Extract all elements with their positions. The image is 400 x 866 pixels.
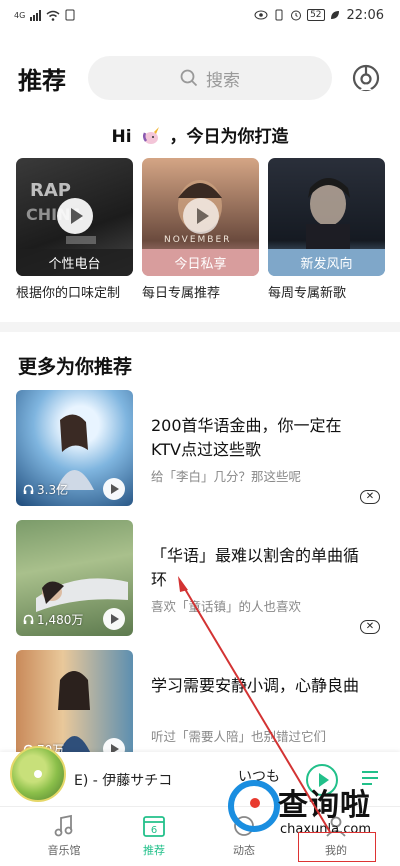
greeting: Hi ，今日为你打造 xyxy=(0,122,400,147)
playlist-title: 学习需要安静小调，心静良曲 xyxy=(151,676,360,695)
card-description: 每周专属新歌 xyxy=(268,286,347,301)
search-bar[interactable]: 搜索 xyxy=(88,56,332,100)
playlist-subtitle: 听过「需要人陪」也别错过它们 xyxy=(151,729,327,744)
wifi-icon xyxy=(46,10,60,21)
clock: 22:06 xyxy=(346,7,384,23)
play-icon[interactable] xyxy=(183,198,219,234)
unicorn-icon xyxy=(142,127,159,144)
play-count: 3.3亿 xyxy=(23,481,68,498)
playlist-cover: 3.3亿 xyxy=(16,390,133,506)
playlist-title: 200首华语金曲，你一定在KTV点过这些歌 xyxy=(151,416,342,459)
play-count-value: 1,480万 xyxy=(37,613,84,627)
leaf-icon xyxy=(330,11,339,19)
card-daily-picks[interactable]: NOVEMBER 今日私享 每日专属推荐 xyxy=(142,158,259,301)
status-bar: 4G 52 22:06 xyxy=(0,0,400,30)
music-note-icon xyxy=(54,814,73,837)
tab-label: 推荐 xyxy=(143,844,165,857)
search-placeholder: 搜索 xyxy=(206,70,240,91)
card-image: 新发风向 xyxy=(268,158,385,276)
calendar-6-icon: 6 xyxy=(143,816,165,837)
playlist-subtitle: 喜欢「童话镇」的人也喜欢 xyxy=(151,599,302,614)
headphones-icon xyxy=(23,614,34,624)
card-personal-radio[interactable]: RAP CHINA 个性电台 根据你的口味定制 xyxy=(16,158,133,301)
alarm-icon xyxy=(291,10,302,21)
battery-icon: 52 xyxy=(307,9,325,21)
card-label: 个性电台 xyxy=(16,249,133,276)
greeting-suffix: ，今日为你打造 xyxy=(169,127,289,147)
play-icon[interactable] xyxy=(103,608,125,630)
svg-text:RAP: RAP xyxy=(30,180,71,201)
section-title: 更多为你推荐 xyxy=(18,356,133,378)
playlist-subtitle: 给「李白」几分？那这些呢 xyxy=(151,469,302,484)
eye-icon xyxy=(254,10,268,20)
headphones-icon xyxy=(23,484,34,494)
section-divider xyxy=(0,322,400,332)
card-label: 今日私享 xyxy=(142,249,259,276)
tab-recommend[interactable]: 6 推荐 xyxy=(124,813,184,865)
svg-text:6: 6 xyxy=(151,825,157,836)
now-playing-cover[interactable] xyxy=(10,746,66,802)
now-playing-title: E) - 伊藤サチコ xyxy=(74,773,173,789)
radar-icon[interactable] xyxy=(350,62,382,94)
annotation-highlight-box xyxy=(298,832,376,862)
tab-label: 动态 xyxy=(233,844,255,857)
page-title: 推荐 xyxy=(18,67,66,95)
card-description: 根据你的口味定制 xyxy=(16,286,121,301)
greeting-prefix: Hi xyxy=(111,127,132,147)
playlist-title: 「华语」最难以割舍的单曲循环 xyxy=(151,546,360,589)
play-icon[interactable] xyxy=(57,198,93,234)
dismiss-icon[interactable]: ✕ xyxy=(360,490,380,504)
svg-text:NOVEMBER: NOVEMBER xyxy=(164,235,231,245)
list-item[interactable]: 70万 学习需要安静小调，心静良曲 听过「需要人陪」也别错过它们 xyxy=(16,650,384,766)
card-new-trends[interactable]: 新发风向 每周专属新歌 xyxy=(268,158,385,301)
watermark-text: 查询啦 xyxy=(278,788,371,823)
search-icon xyxy=(180,69,198,87)
card-label: 新发风向 xyxy=(268,249,385,276)
tab-label: 音乐馆 xyxy=(47,844,81,857)
dismiss-icon[interactable]: ✕ xyxy=(360,620,380,634)
card-description: 每日专属推荐 xyxy=(142,286,221,301)
playlist-cover: 1,480万 xyxy=(16,520,133,636)
sim-icon xyxy=(65,9,75,21)
tab-music-hall[interactable]: 音乐馆 xyxy=(34,813,94,865)
card-image: NOVEMBER 今日私享 xyxy=(142,158,259,276)
play-count-value: 3.3亿 xyxy=(37,483,69,497)
vibrate-icon xyxy=(275,9,283,21)
play-icon[interactable] xyxy=(103,478,125,500)
play-count: 1,480万 xyxy=(23,611,83,628)
header: 推荐 搜索 xyxy=(0,52,400,104)
watermark-logo-icon xyxy=(228,780,280,832)
daily-cards: RAP CHINA 个性电台 根据你的口味定制 NOVEMBER 今日私享 每日… xyxy=(16,158,385,308)
signal-label: 4G xyxy=(14,10,26,20)
signal-icon xyxy=(30,9,42,21)
card-image: RAP CHINA 个性电台 xyxy=(16,158,133,276)
list-item[interactable]: 1,480万 「华语」最难以割舍的单曲循环 喜欢「童话镇」的人也喜欢 ✕ xyxy=(16,520,384,636)
list-item[interactable]: 3.3亿 200首华语金曲，你一定在KTV点过这些歌 给「李白」几分？那这些呢 … xyxy=(16,390,384,506)
